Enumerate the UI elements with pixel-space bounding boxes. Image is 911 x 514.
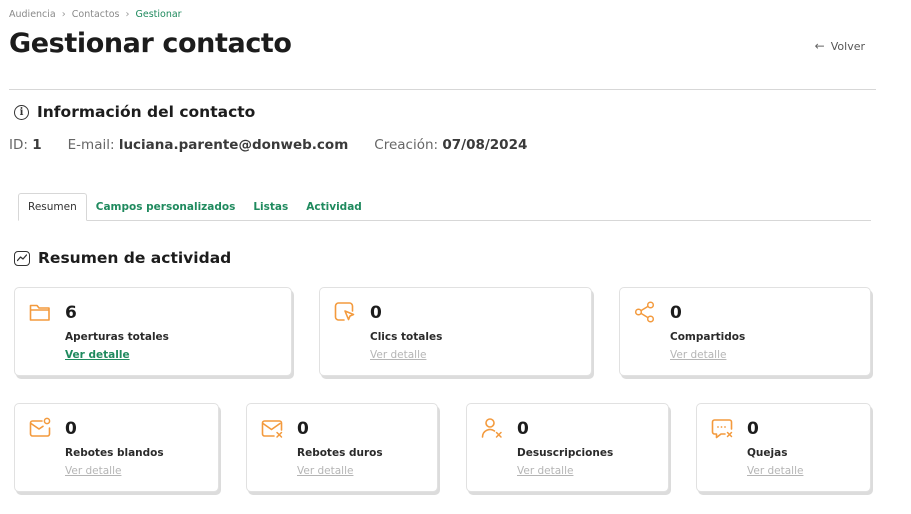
contact-id: ID: 1 <box>9 137 42 153</box>
contact-email: E-mail: luciana.parente@donweb.com <box>67 137 349 153</box>
hard-bounce-icon <box>261 420 283 438</box>
stat-value: 6 <box>65 303 77 323</box>
stat-card-rebotes-blandos: 0 Rebotes blandos Ver detalle <box>14 403 219 492</box>
stat-value: 0 <box>517 419 529 439</box>
stat-value: 0 <box>65 419 77 439</box>
ver-detalle-link[interactable]: Ver detalle <box>517 465 573 477</box>
chevron-right-icon: › <box>125 9 130 20</box>
contact-meta: ID: 1 E-mail: luciana.parente@donweb.com… <box>9 137 527 153</box>
stat-card-aperturas: 6 Aperturas totales Ver detalle <box>14 287 292 376</box>
back-button-label: Volver <box>830 39 865 53</box>
activity-heading-label: Resumen de actividad <box>38 249 232 267</box>
breadcrumb-item-contactos[interactable]: Contactos <box>72 9 120 20</box>
stat-label: Aperturas totales <box>65 331 169 343</box>
arrow-left-icon: ← <box>814 39 825 53</box>
stat-card-clics: 0 Clics totales Ver detalle <box>319 287 592 376</box>
stat-card-compartidos: 0 Compartidos Ver detalle <box>619 287 871 376</box>
activity-chart-icon <box>14 250 30 266</box>
folder-icon <box>29 304 50 321</box>
stat-card-desuscripciones: 0 Desuscripciones Ver detalle <box>466 403 669 492</box>
tab-actividad[interactable]: Actividad <box>297 194 371 220</box>
contact-info-heading-label: Información del contacto <box>37 103 256 121</box>
tab-campos-personalizados[interactable]: Campos personalizados <box>87 194 245 220</box>
chevron-right-icon: › <box>61 9 66 20</box>
stat-label: Rebotes blandos <box>65 447 164 459</box>
stat-label: Compartidos <box>670 331 746 343</box>
ver-detalle-link[interactable]: Ver detalle <box>65 465 121 477</box>
soft-bounce-icon <box>29 417 51 437</box>
stat-value: 0 <box>370 303 382 323</box>
ver-detalle-link[interactable]: Ver detalle <box>65 349 130 361</box>
tab-bar: Resumen Campos personalizados Listas Act… <box>18 192 871 221</box>
tab-resumen[interactable]: Resumen <box>18 193 87 221</box>
ver-detalle-link[interactable]: Ver detalle <box>370 349 426 361</box>
breadcrumb: Audiencia › Contactos › Gestionar <box>9 9 182 20</box>
complaint-icon <box>711 419 733 439</box>
info-icon: i <box>14 104 29 120</box>
unsubscribe-icon <box>481 418 502 438</box>
stat-label: Quejas <box>747 447 788 459</box>
contact-info-heading: i Información del contacto <box>14 103 255 121</box>
stat-label: Desuscripciones <box>517 447 614 459</box>
stat-value: 0 <box>747 419 759 439</box>
ver-detalle-link[interactable]: Ver detalle <box>747 465 803 477</box>
activity-heading: Resumen de actividad <box>14 249 231 267</box>
tab-listas[interactable]: Listas <box>244 194 297 220</box>
back-button[interactable]: ← Volver <box>815 39 865 53</box>
stat-value: 0 <box>670 303 682 323</box>
stat-value: 0 <box>297 419 309 439</box>
ver-detalle-link[interactable]: Ver detalle <box>297 465 353 477</box>
share-icon <box>634 301 655 323</box>
breadcrumb-item-audiencia[interactable]: Audiencia <box>9 9 56 20</box>
header-divider <box>9 89 876 90</box>
stat-card-rebotes-duros: 0 Rebotes duros Ver detalle <box>246 403 438 492</box>
page-title: Gestionar contacto <box>9 28 292 59</box>
stat-label: Rebotes duros <box>297 447 383 459</box>
click-icon <box>334 302 355 321</box>
stat-label: Clics totales <box>370 331 443 343</box>
contact-created: Creación: 07/08/2024 <box>374 137 528 153</box>
ver-detalle-link[interactable]: Ver detalle <box>670 349 726 361</box>
stat-card-quejas: 0 Quejas Ver detalle <box>696 403 871 492</box>
breadcrumb-current: Gestionar <box>135 9 182 20</box>
